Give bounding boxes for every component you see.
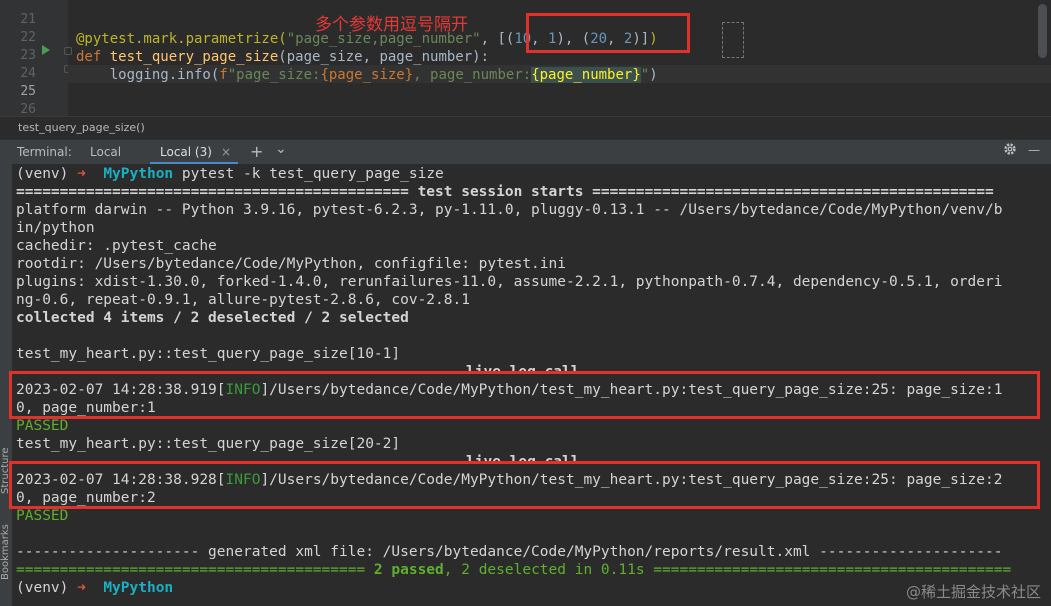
session-start-line: ========================================…	[16, 184, 994, 200]
platform-line: platform darwin -- Python 3.9.16, pytest…	[16, 202, 1003, 218]
code-string: "	[640, 67, 650, 83]
test-name-line: test_my_heart.py::test_query_page_size[1…	[16, 346, 401, 362]
summary-rule: ========================================	[16, 562, 374, 578]
prompt-dir: MyPython	[103, 580, 174, 596]
plugins-line: plugins: xdist-1.30.0, forked-1.4.0, rer…	[16, 274, 1003, 290]
plugins-line-cont: ng-0.6, repeat-0.9.1, allure-pytest-2.8.…	[16, 292, 470, 308]
prompt-line: (venv) ➜ MyPython pytest -k test_query_p…	[16, 165, 444, 183]
code-token: logging.info(	[109, 67, 220, 83]
summary-deselected: 2 deselected in 0.11s	[461, 562, 645, 578]
log-highlight-box	[9, 461, 1040, 509]
arg-string: "page_size,page_number"	[286, 31, 481, 47]
summary-sep: ,	[443, 562, 462, 578]
add-tab-icon[interactable]: +	[250, 142, 263, 161]
function-params: (page_size, page_number):	[278, 49, 490, 65]
fold-icon[interactable]	[64, 47, 72, 55]
breadcrumb-item[interactable]: test_query_page_size()	[18, 121, 145, 134]
passed-status: PASSED	[16, 508, 69, 524]
code-interp: {page_number}	[531, 67, 641, 83]
code-string: , page_number:	[413, 67, 532, 83]
test-name-line: test_my_heart.py::test_query_page_size[2…	[16, 436, 401, 452]
cachedir-line: cachedir: .pytest_cache	[16, 238, 217, 254]
close-tab-icon[interactable]: ×	[221, 145, 231, 159]
code-interp: {page_size}	[320, 67, 414, 83]
annotation-box	[526, 13, 690, 53]
breadcrumb[interactable]: test_query_page_size()	[0, 116, 1051, 139]
chevron-down-icon[interactable]: ⌄	[275, 141, 287, 157]
prompt-dir: MyPython	[103, 166, 174, 182]
summary-passed: 2 passed	[373, 562, 444, 578]
code-token: ,	[480, 31, 498, 47]
watermark: @稀土掘金技术社区	[905, 583, 1041, 601]
prompt-arrow-icon: ➜	[77, 166, 104, 182]
gear-icon[interactable]	[1003, 142, 1017, 159]
prompt-venv: (venv)	[16, 580, 78, 596]
command-text: pytest -k test_query_page_size	[173, 166, 444, 182]
minimize-icon[interactable]: —	[1028, 143, 1040, 157]
terminal-tab-bar: Terminal: Local Local (3) × + ⌄ —	[0, 139, 1051, 166]
tab-local[interactable]: Local	[90, 145, 121, 159]
decorator: @pytest.mark.parametrize(	[76, 31, 287, 47]
function-name: test_query_page_size	[109, 49, 279, 65]
platform-line-cont: in/python	[16, 220, 95, 236]
passed-status: PASSED	[16, 418, 69, 434]
run-test-icon[interactable]	[42, 45, 50, 55]
rootdir-line: rootdir: /Users/bytedance/Code/MyPython,…	[16, 256, 566, 272]
code-string: "page_size:	[227, 67, 321, 83]
code-line-25: logging.info(f"page_size:{page_size}, pa…	[76, 66, 658, 84]
final-prompt-line: (venv) ➜ MyPython	[16, 579, 173, 597]
bookmarks-tab[interactable]: Bookmarks	[0, 524, 11, 580]
code-token: f	[219, 67, 228, 83]
terminal-output[interactable]: Structure Bookmarks (venv) ➜ MyPython py…	[0, 164, 1051, 606]
code-editor[interactable]: 21 22 23 24 25 26 多个参数用逗号隔开 @pytest.mark…	[0, 0, 1051, 117]
code-token: [(	[497, 31, 515, 47]
editor-scrollbar[interactable]	[1038, 4, 1047, 58]
def-keyword: def	[76, 49, 110, 65]
summary-rule: ========================================…	[644, 562, 1012, 578]
code-line-24: def test_query_page_size(page_size, page…	[76, 48, 489, 66]
collected-line: collected 4 items / 2 deselected / 2 sel…	[16, 310, 409, 326]
summary-line: ========================================…	[16, 561, 1011, 579]
code-token: )	[649, 67, 658, 83]
prompt-venv: (venv)	[16, 166, 78, 182]
selection-marker	[722, 22, 744, 58]
terminal-label: Terminal:	[17, 145, 72, 159]
prompt-arrow-icon: ➜	[77, 580, 104, 596]
xml-report-line: --------------------- generated xml file…	[16, 544, 1003, 560]
tab-local-3[interactable]: Local (3)	[160, 145, 212, 159]
log-highlight-box	[9, 371, 1040, 419]
